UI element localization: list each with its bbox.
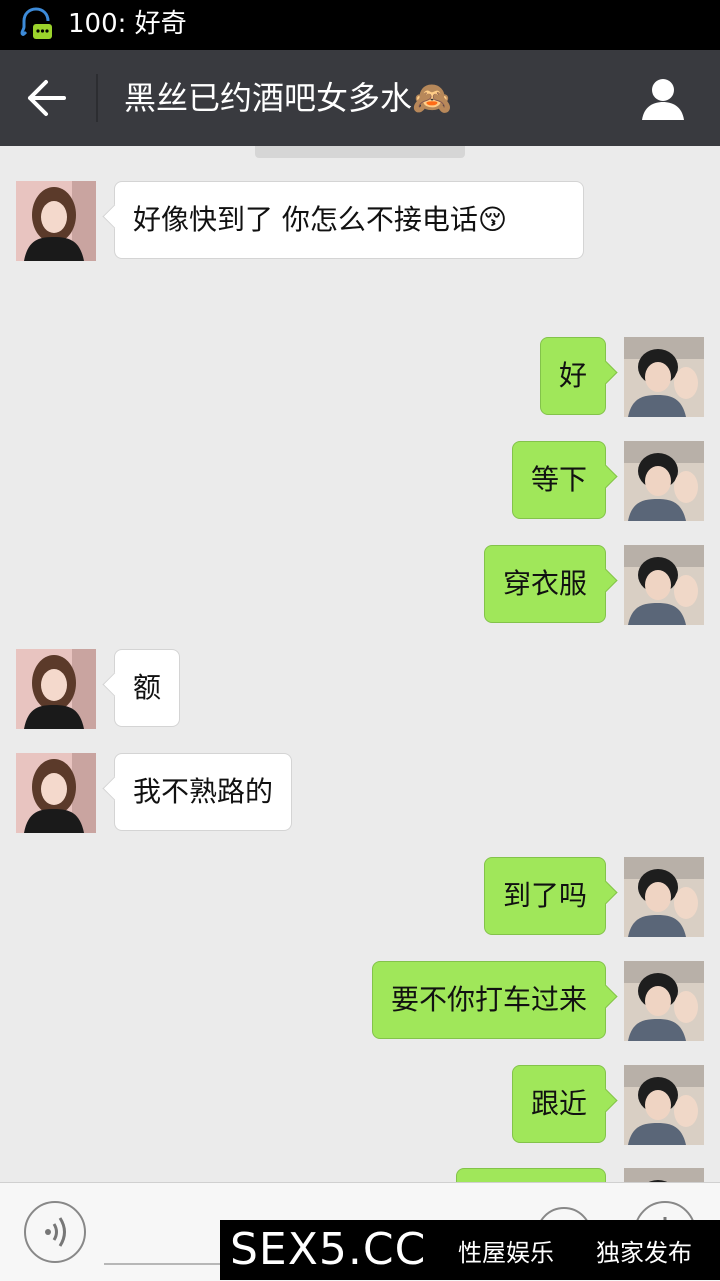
message-text: 额 [133, 671, 162, 704]
received-message[interactable]: 额 [114, 649, 181, 727]
chat-header: 黑丝已约酒吧女多水🙈 [0, 50, 720, 146]
watermark-logo: SEX5.CC [230, 1224, 427, 1275]
qq-chat-icon [18, 6, 54, 44]
message-text: 等下 [530, 463, 587, 496]
my-avatar[interactable] [624, 337, 704, 417]
sent-message[interactable]: 要不你打车过来 [371, 961, 606, 1039]
message-text: 好像快到了 你怎么不接电话😚 [133, 203, 508, 236]
back-arrow-icon[interactable] [26, 78, 70, 118]
received-message[interactable]: 好像快到了 你怎么不接电话😚 [114, 181, 584, 259]
contact-avatar[interactable] [16, 181, 96, 261]
sent-message-partial[interactable] [456, 1168, 606, 1182]
notification-text: 100: 好奇 [68, 9, 187, 39]
message-list[interactable]: 好像快到了 你怎么不接电话😚 好 等下 穿衣服 额 我不熟路的 到了吗 要不你打… [0, 146, 720, 1182]
header-divider [96, 74, 98, 122]
sent-message[interactable]: 好 [539, 337, 606, 415]
sent-message[interactable]: 穿衣服 [483, 545, 606, 623]
my-avatar[interactable] [624, 1065, 704, 1145]
chat-title: 黑丝已约酒吧女多水🙈 [124, 79, 452, 117]
received-message[interactable]: 我不熟路的 [114, 753, 293, 831]
my-avatar[interactable] [624, 441, 704, 521]
my-avatar[interactable] [624, 1168, 704, 1182]
my-avatar[interactable] [624, 857, 704, 937]
status-bar: 100: 好奇 [0, 0, 720, 50]
message-text: 要不你打车过来 [390, 983, 587, 1016]
sent-message[interactable]: 到了吗 [483, 857, 606, 935]
contact-avatar[interactable] [16, 649, 96, 729]
my-avatar[interactable] [624, 545, 704, 625]
contact-avatar[interactable] [16, 753, 96, 833]
sent-message[interactable]: 跟近 [511, 1065, 606, 1143]
watermark-text-2: 独家发布 [596, 1239, 692, 1267]
watermark-text-1: 性屋娱乐 [458, 1239, 554, 1267]
message-text: 我不熟路的 [133, 775, 274, 808]
message-text: 穿衣服 [502, 567, 587, 600]
my-avatar[interactable] [624, 961, 704, 1041]
sent-message[interactable]: 等下 [511, 441, 606, 519]
person-icon[interactable] [640, 76, 686, 122]
message-text: 跟近 [530, 1087, 587, 1120]
voice-icon[interactable] [24, 1201, 86, 1263]
message-text: 到了吗 [502, 879, 587, 912]
message-text: 好 [558, 359, 587, 392]
watermark-banner: SEX5.CC 性屋娱乐 独家发布 [220, 1220, 720, 1280]
